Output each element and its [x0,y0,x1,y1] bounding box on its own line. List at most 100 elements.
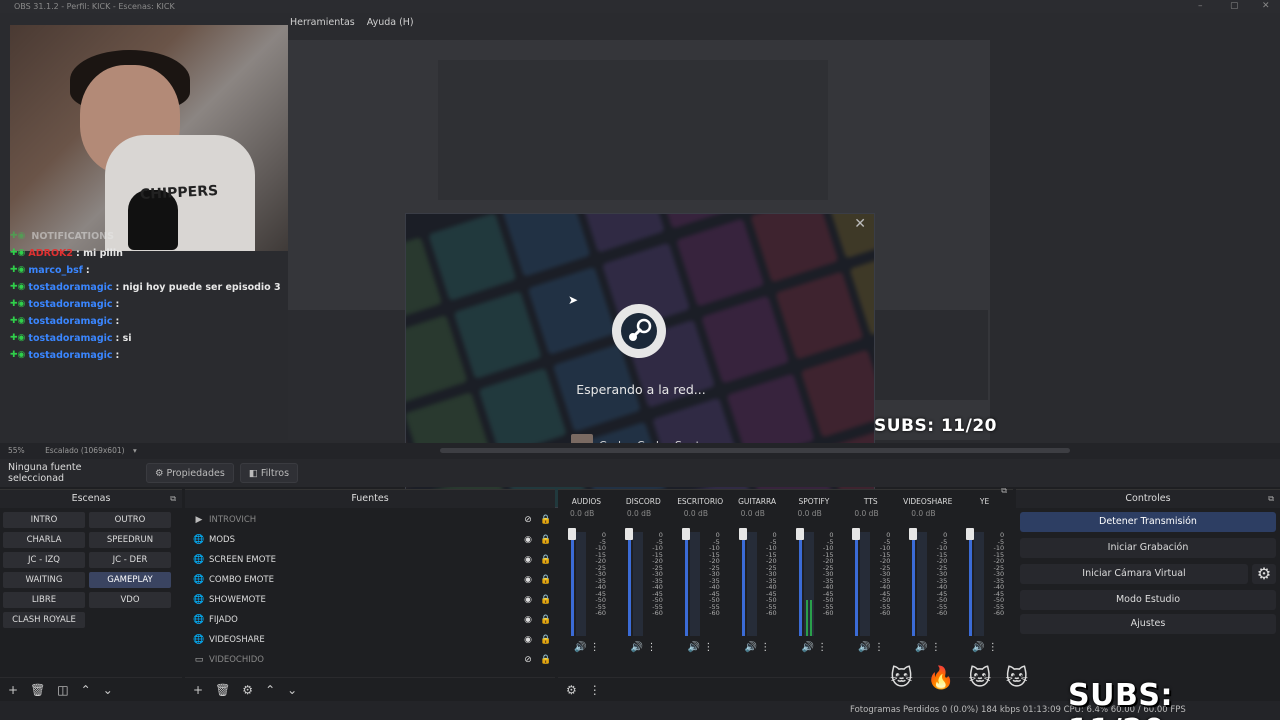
start-recording-button[interactable]: Iniciar Grabación [1020,538,1276,558]
eye-icon[interactable]: ◉ [519,535,537,545]
volume-fader[interactable] [912,536,916,636]
chevron-down-icon[interactable]: ▾ [133,446,137,455]
eye-icon[interactable]: ◉ [519,555,537,565]
properties-button-label: Propiedades [166,468,225,479]
properties-button[interactable]: ⚙ Propiedades [146,463,234,483]
start-virtual-cam-button[interactable]: Iniciar Cámara Virtual [1020,564,1248,584]
mute-icon[interactable]: 🔊 ⋮ [858,642,884,653]
lock-icon[interactable]: 🔒 [537,655,555,665]
fader-handle[interactable] [795,528,804,540]
preview-scrollbar[interactable] [440,448,1070,453]
fader-handle[interactable] [909,528,918,540]
menu-help[interactable]: Ayuda (H) [367,14,414,32]
add-source-icon[interactable]: + [193,683,203,697]
advanced-audio-icon[interactable]: ⚙ [566,683,577,697]
fader-handle[interactable] [738,528,747,540]
mute-icon[interactable]: 🔊 ⋮ [802,642,828,653]
source-item[interactable]: 🌐 FIJADO ◉ 🔒 [185,610,555,630]
move-down-icon[interactable]: ⌄ [103,683,113,697]
scene-item[interactable]: GAMEPLAY [89,572,171,588]
mute-icon[interactable]: 🔊 ⋮ [631,642,657,653]
gear-icon[interactable]: ⚙ [1252,564,1276,584]
trash-icon[interactable]: 🗑 [215,683,230,697]
maximize-button[interactable]: ▢ [1230,0,1239,13]
source-item[interactable]: 🌐 MODS ◉ 🔒 [185,530,555,550]
volume-fader[interactable] [855,536,859,636]
filters-button[interactable]: ◧ Filtros [239,463,299,483]
studio-mode-button[interactable]: Modo Estudio [1020,590,1276,610]
settings-button[interactable]: Ajustes [1020,614,1276,634]
scene-item[interactable]: CHARLA [3,532,85,548]
lock-icon[interactable]: 🔒 [537,575,555,585]
volume-fader[interactable] [571,536,574,636]
mute-icon[interactable]: 🔊 ⋮ [972,642,998,653]
meter-scale: 0 -5 -10 -15 -20 -25 -30 -35 -40 -45 -50 -55 -60 [822,531,834,617]
mixer-channel: VIDEOSHARE 0.0 dB 0 -5 -10 -15 -20 -25 -30 -35 -40… [899,496,956,664]
scene-item[interactable]: VDO [89,592,171,608]
trash-icon[interactable]: 🗑 [30,683,45,697]
source-item[interactable]: ▶ INTROVICH ⊘ 🔒 [185,510,555,530]
scene-item[interactable]: LIBRE [3,592,85,608]
volume-fader[interactable] [798,536,802,636]
more-options-icon[interactable]: ⋮ [589,683,601,697]
source-item[interactable]: ▭ VIDEOCHIDO ⊘ 🔒 [185,650,555,670]
mute-icon[interactable]: 🔊 ⋮ [915,642,941,653]
chat-text: NOTIFICATIONS [31,231,114,242]
add-scene-icon[interactable]: + [8,683,18,697]
menu-tools[interactable]: Herramientas [290,14,355,32]
lock-icon[interactable]: 🔒 [537,555,555,565]
move-down-icon[interactable]: ⌄ [287,683,297,697]
lock-icon[interactable]: 🔒 [537,595,555,605]
stop-stream-button[interactable]: Detener Transmisión [1020,512,1276,532]
filter-icon[interactable]: ◫ [57,683,68,697]
undock-icon[interactable]: ⧉ [170,490,176,508]
gear-icon[interactable]: ⚙ [242,683,253,697]
volume-meter [632,532,643,636]
scene-item[interactable]: WAITING [3,572,85,588]
close-button[interactable]: ✕ [1262,0,1270,13]
fader-handle[interactable] [681,528,690,540]
lock-icon[interactable]: 🔒 [537,535,555,545]
source-item[interactable]: 🌐 COMBO EMOTE ◉ 🔒 [185,570,555,590]
mute-icon[interactable]: 🔊 ⋮ [688,642,714,653]
fader-handle[interactable] [624,528,633,540]
volume-fader[interactable] [627,536,631,636]
source-item[interactable]: 🌐 SCREEN EMOTE ◉ 🔒 [185,550,555,570]
mute-icon[interactable]: 🔊 ⋮ [574,642,600,653]
scene-item[interactable]: CLASH ROYALE [3,612,85,628]
minimize-button[interactable]: – [1198,0,1203,13]
volume-fader[interactable] [741,536,745,636]
scene-item[interactable]: SPEEDRUN [89,532,171,548]
source-item[interactable]: 🌐 VIDEOSHARE ◉ 🔒 [185,630,555,650]
volume-meter [746,532,757,636]
zoom-level[interactable]: 55% [8,446,25,455]
source-item[interactable]: 🌐 SHOWEMOTE ◉ 🔒 [185,590,555,610]
undock-icon[interactable]: ⧉ [1268,490,1274,508]
move-up-icon[interactable]: ⌃ [81,683,91,697]
eye-icon[interactable]: ◉ [519,595,537,605]
lock-icon[interactable]: 🔒 [537,635,555,645]
chat-text: : nigi hoy puede ser episodio 3 [115,282,281,293]
chat-text: : [115,350,120,361]
scene-item[interactable]: OUTRO [89,512,171,528]
fader-handle[interactable] [852,528,861,540]
eye-off-icon[interactable]: ⊘ [519,655,537,665]
move-up-icon[interactable]: ⌃ [265,683,275,697]
scene-item[interactable]: JC - DER [89,552,171,568]
volume-fader[interactable] [684,536,688,636]
scene-item[interactable]: INTRO [3,512,85,528]
eye-off-icon[interactable]: ⊘ [519,515,537,525]
close-icon[interactable]: ✕ [854,216,866,232]
fader-handle[interactable] [568,528,576,540]
volume-fader[interactable] [969,536,973,636]
lock-icon[interactable]: 🔒 [537,515,555,525]
mute-icon[interactable]: 🔊 ⋮ [745,642,771,653]
fader-handle[interactable] [966,528,975,540]
eye-icon[interactable]: ◉ [519,615,537,625]
play-icon: ▶ [195,515,203,525]
lock-icon[interactable]: 🔒 [537,615,555,625]
eye-icon[interactable]: ◉ [519,635,537,645]
eye-icon[interactable]: ◉ [519,575,537,585]
scale-mode[interactable]: Escalado (1069x601) [45,446,124,455]
scene-item[interactable]: JC - IZQ [3,552,85,568]
